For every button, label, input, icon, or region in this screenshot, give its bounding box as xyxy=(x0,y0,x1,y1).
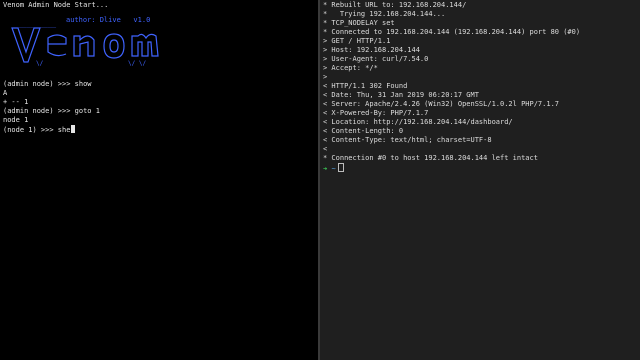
curl-output-line: * Rebuilt URL to: 192.168.204.144/ xyxy=(323,1,467,9)
curl-output-line: > User-Agent: curl/7.54.0 xyxy=(323,55,429,63)
venom-header-line: Venom Admin Node Start... xyxy=(3,1,109,9)
curl-output-line: < xyxy=(323,145,328,153)
curl-output-line: < Date: Thu, 31 Jan 2019 06:20:17 GMT xyxy=(323,91,479,99)
prompt-arrow-icon: ➜ xyxy=(323,165,328,173)
terminal-output-line: (admin node) >>> goto 1 xyxy=(3,107,100,115)
typed-command[interactable]: she xyxy=(58,126,71,134)
curl-output-line: * Connection #0 to host 192.168.204.144 … xyxy=(323,154,538,162)
left-terminal-pane[interactable]: Venom Admin Node Start... __________ \/ … xyxy=(0,0,318,360)
curl-output-line: < Content-Type: text/html; charset=UTF-8 xyxy=(323,136,492,144)
curl-output-line: < Content-Length: 0 xyxy=(323,127,404,135)
terminal-output-line: node 1 xyxy=(3,116,29,124)
curl-output-line: < Location: http://192.168.204.144/dashb… xyxy=(323,118,513,126)
shell-prompt-line[interactable]: ➜ ~ xyxy=(323,163,344,174)
text-cursor xyxy=(337,163,344,172)
terminal-output-line: + -- 1 xyxy=(3,98,29,106)
node-prompt: (node 1) >>> xyxy=(3,126,58,134)
right-terminal-pane[interactable]: * Rebuilt URL to: 192.168.204.144/ * Try… xyxy=(320,0,640,360)
curl-output-line: * TCP_NODELAY set xyxy=(323,19,395,27)
author-version-label: author: Dlive v1.0 xyxy=(66,16,151,24)
curl-output-line: < HTTP/1.1 302 Found xyxy=(323,82,408,90)
terminal-output-line: (admin node) >>> show xyxy=(3,80,92,88)
command-input-line[interactable]: (node 1) >>> she xyxy=(3,125,76,135)
curl-output-line: > Host: 192.168.204.144 xyxy=(323,46,420,54)
curl-output-line: < Server: Apache/2.4.26 (Win32) OpenSSL/… xyxy=(323,100,560,108)
curl-output-line: < X-Powered-By: PHP/7.1.7 xyxy=(323,109,429,117)
venom-ascii-logo: __________ \/ \/ \/ xyxy=(11,20,159,66)
curl-output-line: > Accept: */* xyxy=(323,64,378,72)
curl-output-line: > xyxy=(323,73,328,81)
terminal-output-line: A xyxy=(3,89,8,97)
prompt-directory: ~ xyxy=(331,165,336,173)
svg-text:\/: \/ xyxy=(36,60,44,66)
text-cursor xyxy=(71,125,76,133)
curl-output-line: * Trying 192.168.204.144... xyxy=(323,10,446,18)
svg-text:\/ \/: \/ \/ xyxy=(128,60,146,66)
curl-output-line: > GET / HTTP/1.1 xyxy=(323,37,391,45)
curl-output-line: * Connected to 192.168.204.144 (192.168.… xyxy=(323,28,581,36)
svg-text:__________: __________ xyxy=(14,20,57,28)
